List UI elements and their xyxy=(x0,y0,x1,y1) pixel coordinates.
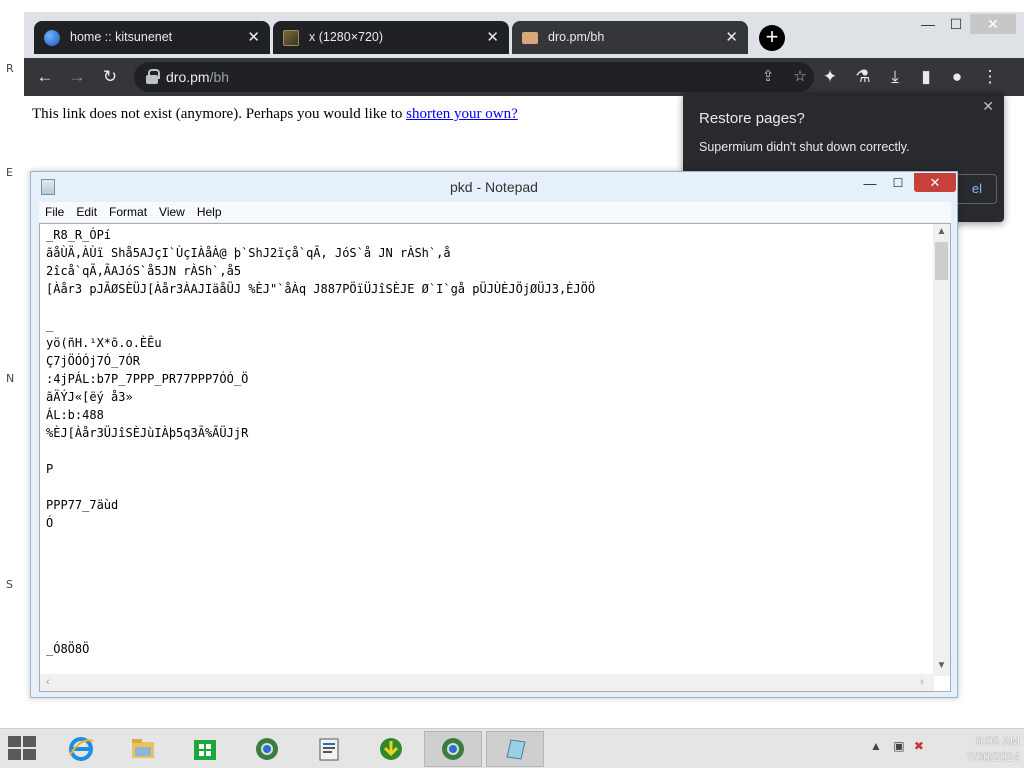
chrome-icon[interactable] xyxy=(238,731,296,767)
tab-image[interactable]: x (1280×720) ✕ xyxy=(273,21,509,54)
page-message: This link does not exist (anymore). Perh… xyxy=(32,106,518,123)
notepad-icon[interactable] xyxy=(300,731,358,767)
star-icon[interactable]: ☆ xyxy=(790,67,810,87)
side-panel-icon[interactable]: ▮ xyxy=(915,66,937,88)
menu-help[interactable]: Help xyxy=(191,202,228,222)
start-button[interactable] xyxy=(8,736,38,762)
desktop-icon-fragment: S xyxy=(6,578,13,591)
notepad-window: pkd - Notepad — ☐ ✕ File Edit Format View He… xyxy=(30,171,958,698)
lab-icon[interactable]: ⚗ xyxy=(852,66,874,88)
close-button[interactable]: ✕ xyxy=(970,14,1016,34)
taskbar: ▲ ▣ ✖ 6:05 AM 7/30/2024 xyxy=(0,728,1024,768)
scroll-left-icon[interactable]: ‹ xyxy=(46,674,50,691)
restore-text: Supermium didn't shut down correctly. xyxy=(699,140,910,154)
tab-strip: home :: kitsunenet ✕ x (1280×720) ✕ dro.… xyxy=(24,12,1024,58)
download-icon[interactable]: ⤓ xyxy=(884,66,906,88)
image-icon xyxy=(283,30,299,46)
scroll-right-icon[interactable]: › xyxy=(920,674,924,691)
maximize-button[interactable]: ☐ xyxy=(889,176,907,194)
tab-home[interactable]: home :: kitsunenet ✕ xyxy=(34,21,270,54)
forward-icon[interactable]: → xyxy=(66,66,88,88)
close-icon[interactable]: ✕ xyxy=(725,21,738,54)
tab-title: x (1280×720) xyxy=(309,30,384,44)
text-editor[interactable]: _R8_R_ÓPí ãåÙÄ,ÀÙï Shå5AJçI`ÙçIÀåÀ@ þ`Sh… xyxy=(39,223,951,692)
address-bar[interactable]: dro.pm/bh ⇪ ☆ xyxy=(134,62,814,92)
minimize-button[interactable]: — xyxy=(914,14,942,34)
close-button[interactable]: ✕ xyxy=(914,173,956,192)
close-icon[interactable]: ✕ xyxy=(982,98,994,115)
clock-date: 7/30/2024 xyxy=(966,750,1020,764)
network-icon[interactable]: ▣ xyxy=(893,739,904,753)
shorten-link[interactable]: shorten your own? xyxy=(406,106,518,122)
back-icon[interactable]: ← xyxy=(34,66,56,88)
restore-button[interactable]: el xyxy=(953,174,997,204)
volume-muted-icon[interactable]: ✖ xyxy=(914,739,924,753)
vertical-scrollbar[interactable]: ▲ ▼ xyxy=(933,224,950,676)
tab-title: home :: kitsunenet xyxy=(70,30,173,44)
clock-time: 6:05 AM xyxy=(975,734,1020,748)
new-tab-button[interactable]: + xyxy=(759,25,785,51)
menu-view[interactable]: View xyxy=(153,202,191,222)
tab-title: dro.pm/bh xyxy=(548,30,605,44)
menu-file[interactable]: File xyxy=(39,202,70,222)
desktop-icon-fragment: R xyxy=(6,62,14,75)
desktop-icon-fragment: N xyxy=(6,372,15,385)
menu-format[interactable]: Format xyxy=(103,202,153,222)
share-icon[interactable]: ⇪ xyxy=(758,67,778,87)
notepad-titlebar[interactable]: pkd - Notepad — ☐ ✕ xyxy=(31,172,957,202)
reload-icon[interactable]: ↻ xyxy=(99,66,121,88)
download-icon[interactable] xyxy=(362,731,420,767)
scroll-down-icon[interactable]: ▼ xyxy=(933,660,950,671)
tab-dro[interactable]: dro.pm/bh ✕ xyxy=(512,21,748,54)
clock[interactable]: 6:05 AM 7/30/2024 xyxy=(940,733,1020,765)
lock-icon[interactable] xyxy=(146,69,160,84)
profile-icon[interactable]: ● xyxy=(946,66,968,88)
window-title: pkd - Notepad xyxy=(450,179,538,195)
scroll-thumb[interactable] xyxy=(935,242,948,280)
extensions-icon[interactable]: ✦ xyxy=(819,66,841,88)
menu-bar: File Edit Format View Help xyxy=(39,202,951,222)
system-tray[interactable]: ▲ ▣ ✖ xyxy=(870,739,924,753)
chrome-icon[interactable] xyxy=(424,731,482,767)
maximize-button[interactable]: ☐ xyxy=(942,14,970,34)
store-icon[interactable] xyxy=(176,731,234,767)
explorer-icon[interactable] xyxy=(114,731,172,767)
browser-toolbar: ← → ↻ dro.pm/bh ⇪ ☆ ✦ ⚗ ⤓ ▮ ● ⋮ xyxy=(24,58,1024,96)
url-text[interactable]: dro.pm/bh xyxy=(166,62,229,92)
close-icon[interactable]: ✕ xyxy=(486,21,499,54)
page-icon xyxy=(522,32,538,44)
chevron-up-icon[interactable]: ▲ xyxy=(870,739,882,753)
menu-icon[interactable]: ⋮ xyxy=(979,66,1001,88)
editor-content[interactable]: _R8_R_ÓPí ãåÙÄ,ÀÙï Shå5AJçI`ÙçIÀåÀ@ þ`Sh… xyxy=(46,226,934,670)
minimize-button[interactable]: — xyxy=(861,176,879,194)
close-icon[interactable]: ✕ xyxy=(247,21,260,54)
ie-icon[interactable] xyxy=(52,731,110,767)
notepad-icon[interactable] xyxy=(486,731,544,767)
globe-icon xyxy=(44,30,60,46)
scroll-up-icon[interactable]: ▲ xyxy=(933,226,950,237)
desktop-icon-fragment: E xyxy=(6,166,13,179)
menu-edit[interactable]: Edit xyxy=(70,202,103,222)
restore-title: Restore pages? xyxy=(699,110,805,127)
horizontal-scrollbar[interactable]: ‹ › xyxy=(40,674,934,691)
message-text: This link does not exist (anymore). Perh… xyxy=(32,106,407,122)
